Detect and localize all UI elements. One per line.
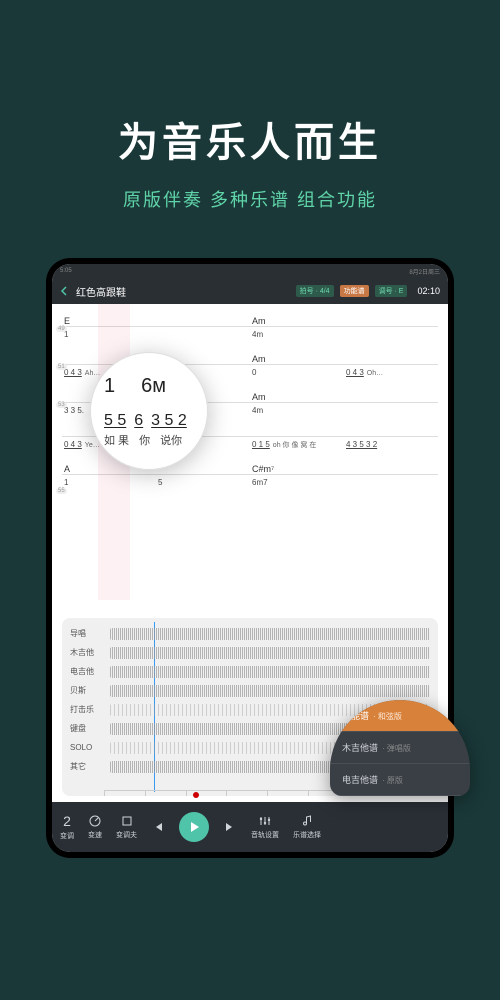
bar-number: 55 bbox=[56, 488, 67, 494]
transpose-control[interactable]: 2 变调 bbox=[60, 813, 74, 841]
track-label: 打击乐 bbox=[70, 704, 104, 715]
track-waveform bbox=[110, 666, 430, 678]
track-label: 导唱 bbox=[70, 628, 104, 639]
status-time: 5:05 bbox=[60, 268, 72, 274]
speed-icon bbox=[88, 814, 102, 828]
track-label: 键盘 bbox=[70, 723, 104, 734]
track-waveform bbox=[110, 685, 430, 697]
timeline-marker[interactable] bbox=[193, 792, 199, 798]
track-label: 电吉他 bbox=[70, 666, 104, 677]
song-title: 红色高跟鞋 bbox=[76, 284, 290, 299]
popup-item[interactable]: 木吉他谱· 弹唱版 bbox=[330, 732, 470, 764]
bar-number: 53 bbox=[56, 402, 67, 408]
track-label: 贝斯 bbox=[70, 685, 104, 696]
track-row[interactable]: 电吉他 bbox=[70, 662, 430, 681]
bar-number: 49 bbox=[56, 326, 67, 332]
track-waveform bbox=[110, 647, 430, 659]
hero-title: 为音乐人而生 bbox=[0, 110, 500, 168]
chevron-left-icon bbox=[60, 286, 70, 296]
next-button[interactable] bbox=[223, 820, 237, 834]
hero: 为音乐人而生 原版伴奏 多种乐谱 组合功能 bbox=[0, 0, 500, 212]
back-button[interactable] bbox=[60, 286, 70, 296]
skip-forward-icon bbox=[223, 820, 237, 834]
sliders-icon bbox=[258, 814, 272, 828]
track-label: 木吉他 bbox=[70, 647, 104, 658]
prev-button[interactable] bbox=[151, 820, 165, 834]
track-label: 其它 bbox=[70, 761, 104, 772]
player-bar: 2 变调 变速 变调夫 音轨设置 bbox=[52, 802, 448, 852]
section-control[interactable]: 变调夫 bbox=[116, 814, 137, 840]
score-select-button[interactable]: 乐谱选择 bbox=[293, 814, 321, 840]
badge-key[interactable]: 调号 · E bbox=[375, 285, 408, 297]
tablet-frame: 5:05 8月2日周三 红色高跟鞋 拍号 · 4/4 功能谱 调号 · E 02… bbox=[46, 258, 454, 858]
track-waveform bbox=[110, 628, 430, 640]
badge-mode[interactable]: 功能谱 bbox=[340, 285, 369, 297]
nav-bar: 红色高跟鞋 拍号 · 4/4 功能谱 调号 · E 02:10 bbox=[52, 278, 448, 304]
hero-subtitle: 原版伴奏 多种乐谱 组合功能 bbox=[0, 186, 500, 212]
tracks-settings-button[interactable]: 音轨设置 bbox=[251, 814, 279, 840]
track-row[interactable]: 木吉他 bbox=[70, 643, 430, 662]
play-button[interactable] bbox=[179, 812, 209, 842]
track-label: SOLO bbox=[70, 743, 104, 752]
nav-time: 02:10 bbox=[417, 286, 440, 296]
badge-time-signature[interactable]: 拍号 · 4/4 bbox=[296, 285, 334, 297]
track-row[interactable]: 导唱 bbox=[70, 624, 430, 643]
track-row[interactable]: 贝斯 bbox=[70, 681, 430, 700]
bar-number: 51 bbox=[56, 364, 67, 370]
status-bar: 5:05 8月2日周三 bbox=[52, 264, 448, 278]
status-date: 8月2日周三 bbox=[409, 267, 440, 276]
play-icon bbox=[187, 820, 201, 834]
speed-control[interactable]: 变速 bbox=[88, 814, 102, 840]
capo-icon bbox=[120, 814, 134, 828]
music-note-icon bbox=[300, 814, 314, 828]
magnifier-lens: 1 6м 5 5 6 3 5 2 如 果 你 说你 bbox=[90, 352, 208, 470]
popup-item[interactable]: 电吉他谱· 原版 bbox=[330, 764, 470, 796]
skip-back-icon bbox=[151, 820, 165, 834]
